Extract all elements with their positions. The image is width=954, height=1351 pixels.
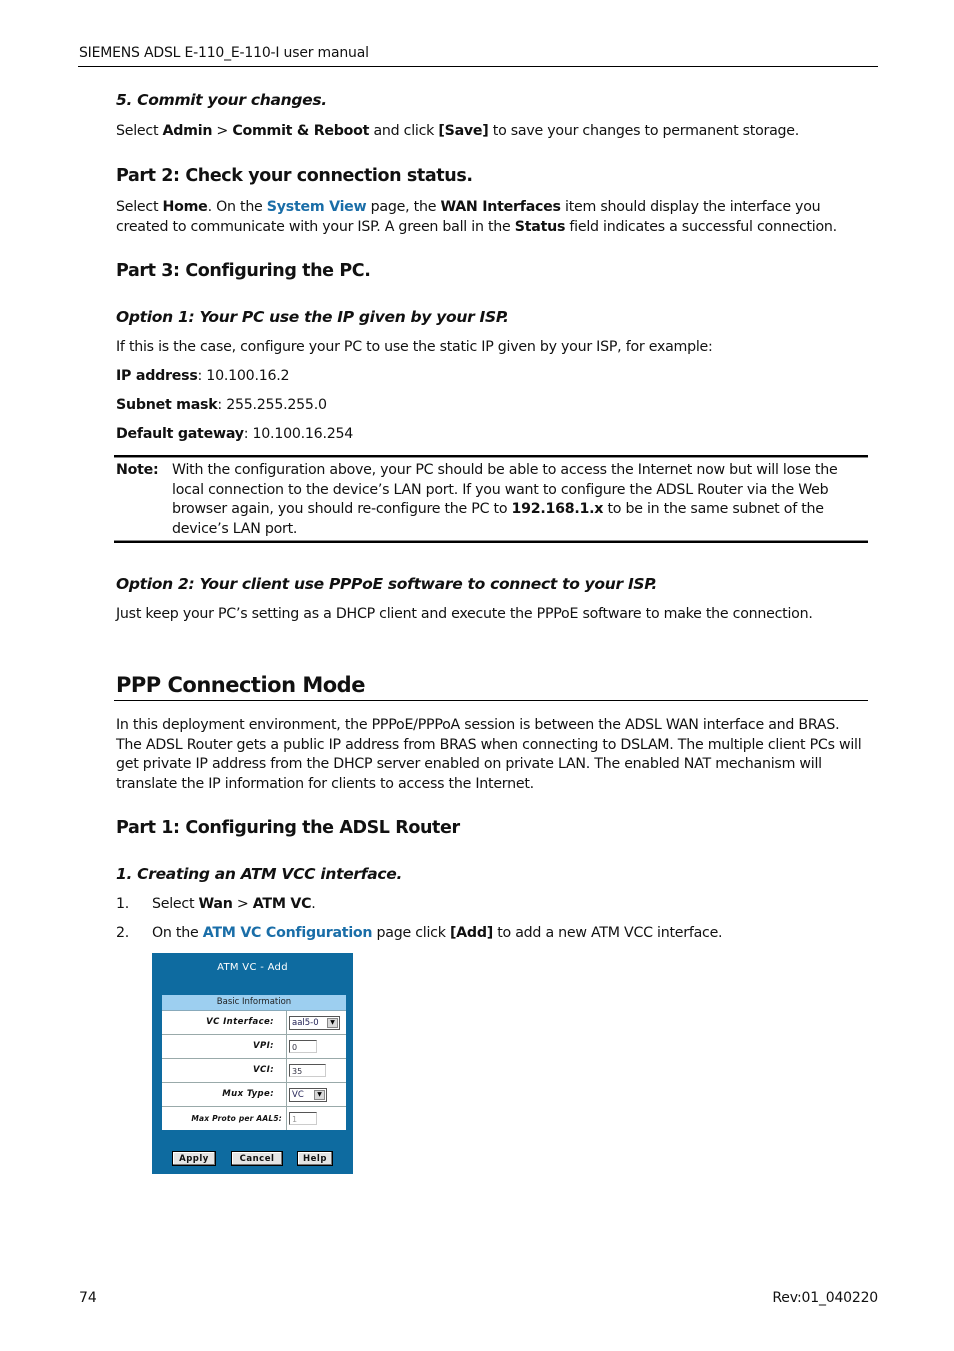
note-label: Note: <box>116 462 159 478</box>
setting-default-gateway: Default gateway: 10.100.16.254 <box>116 426 354 442</box>
vci-label: VCI: <box>162 1059 287 1082</box>
cancel-button[interactable]: Cancel <box>231 1151 283 1166</box>
revision-label: Rev:01_040220 <box>772 1290 878 1306</box>
max-proto-row: Max Proto per AAL5: 1 <box>162 1107 346 1130</box>
chevron-down-icon: ▼ <box>327 1017 338 1028</box>
atm-vc-add-panel: ATM VC - Add Basic Information VC Interf… <box>152 953 353 1174</box>
note-bottom-rule <box>114 540 868 543</box>
document-header: SIEMENS ADSL E-110_E-110-I user manual <box>79 45 369 61</box>
max-proto-input[interactable]: 1 <box>289 1112 317 1125</box>
part2-heading: Part 2: Check your connection status. <box>116 166 473 186</box>
header-rule <box>78 66 878 67</box>
setting-subnet-mask: Subnet mask: 255.255.255.0 <box>116 397 327 413</box>
step5-text: Select Admin > Commit & Reboot and click… <box>116 123 800 139</box>
basic-information-header: Basic Information <box>162 995 346 1011</box>
atm-form-table: Basic Information VC Interface: aal5-0 ▼… <box>161 994 347 1131</box>
chevron-down-icon: ▼ <box>314 1089 325 1100</box>
option1-intro: If this is the case, configure your PC t… <box>116 339 713 355</box>
ppp-part1-sub: 1. Creating an ATM VCC interface. <box>116 865 403 883</box>
mux-type-value: VC <box>292 1089 304 1100</box>
atm-vc-configuration-link[interactable]: ATM VC Configuration <box>203 925 373 941</box>
step5-heading: 5. Commit your changes. <box>116 91 327 109</box>
vc-interface-row: VC Interface: aal5-0 ▼ <box>162 1011 346 1035</box>
part2-text: Select Home. On the System View page, th… <box>116 199 837 235</box>
vc-interface-select[interactable]: aal5-0 ▼ <box>289 1015 340 1030</box>
apply-button[interactable]: Apply <box>172 1151 216 1166</box>
option2-text: Just keep your PC’s setting as a DHCP cl… <box>116 606 813 622</box>
vpi-row: VPI: 0 <box>162 1035 346 1059</box>
vci-input[interactable]: 35 <box>289 1064 326 1077</box>
setting-ip-address: IP address: 10.100.16.2 <box>116 368 290 384</box>
step-item-1: 1. Select Wan > ATM VC. <box>116 896 316 912</box>
ppp-heading: PPP Connection Mode <box>116 673 365 697</box>
mux-type-row: Mux Type: VC ▼ <box>162 1083 346 1107</box>
vpi-input[interactable]: 0 <box>289 1040 317 1053</box>
mux-type-label: Mux Type: <box>162 1083 287 1106</box>
ppp-heading-rule <box>114 700 868 701</box>
help-button[interactable]: Help <box>297 1151 333 1166</box>
vc-interface-value: aal5-0 <box>292 1017 319 1028</box>
option2-heading: Option 2: Your client use PPPoE software… <box>116 575 657 593</box>
step-item-2: 2. On the ATM VC Configuration page click… <box>116 925 723 941</box>
mux-type-select[interactable]: VC ▼ <box>289 1087 327 1102</box>
max-proto-label: Max Proto per AAL5: <box>162 1107 287 1130</box>
page-number: 74 <box>79 1290 97 1306</box>
note-box: Note: With the configuration above, your… <box>114 455 868 543</box>
note-text: With the configuration above, your PC sh… <box>172 462 838 537</box>
vc-interface-label: VC Interface: <box>162 1011 287 1034</box>
ppp-part1-heading: Part 1: Configuring the ADSL Router <box>116 818 460 838</box>
ppp-text: In this deployment environment, the PPPo… <box>116 717 862 792</box>
atm-panel-title: ATM VC - Add <box>217 962 288 973</box>
part3-heading: Part 3: Configuring the PC. <box>116 261 371 281</box>
vci-row: VCI: 35 <box>162 1059 346 1083</box>
vpi-label: VPI: <box>162 1035 287 1058</box>
option1-heading: Option 1: Your PC use the IP given by yo… <box>116 308 509 326</box>
system-view-link[interactable]: System View <box>267 199 367 215</box>
